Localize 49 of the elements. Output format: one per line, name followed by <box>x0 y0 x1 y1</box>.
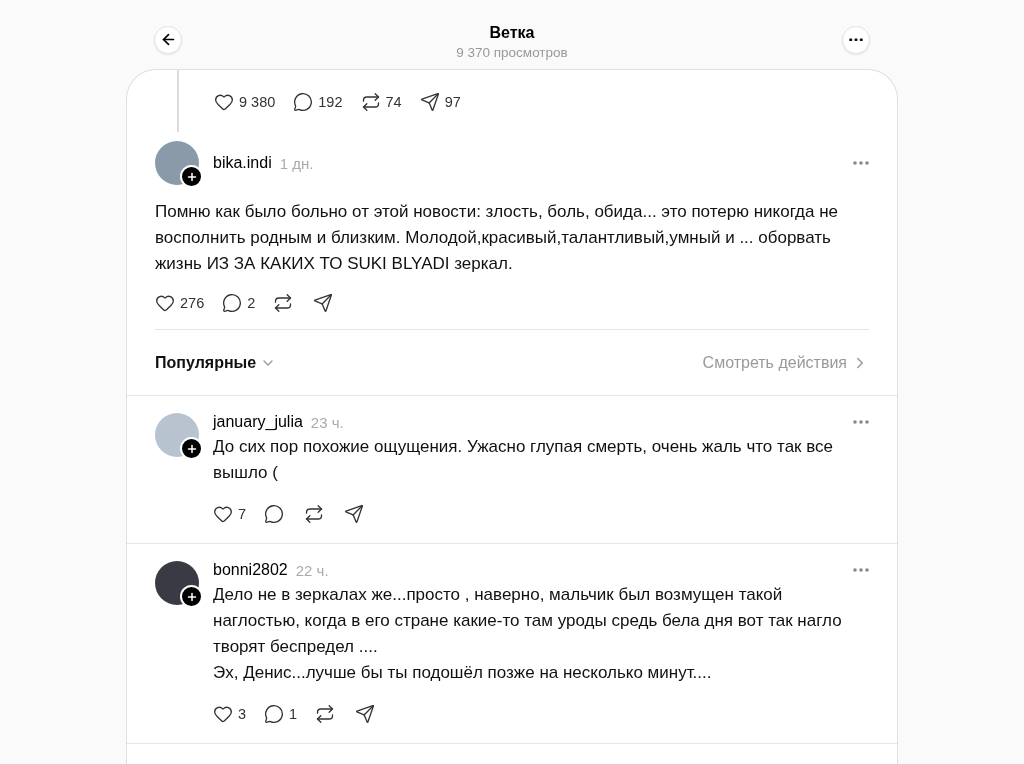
post-time: 23 ч. <box>310 413 344 431</box>
views-count: 9 370 просмотров <box>456 44 568 60</box>
comment-icon <box>222 293 243 313</box>
repost-icon <box>315 704 336 724</box>
more-icon[interactable] <box>853 420 869 424</box>
comment-icon <box>293 92 314 112</box>
plus-icon <box>185 170 198 183</box>
post-time: 22 ч. <box>295 561 329 579</box>
repost-icon <box>360 92 381 112</box>
more-icon[interactable] <box>853 161 869 165</box>
repost-icon <box>304 504 325 524</box>
send-icon <box>355 704 376 724</box>
send-icon <box>313 293 334 313</box>
follow-badge[interactable] <box>180 585 203 608</box>
heart-icon <box>213 704 233 724</box>
heart-icon <box>213 504 233 524</box>
send-icon <box>344 504 365 524</box>
repost-button[interactable]: 74 <box>360 92 414 112</box>
plus-icon <box>185 590 198 603</box>
heart-icon <box>214 92 234 112</box>
username[interactable]: january_julia <box>213 413 303 431</box>
username[interactable]: bika.indi <box>213 154 272 172</box>
page-title: Ветка <box>489 23 535 42</box>
reply-button[interactable]: 1 <box>264 704 310 724</box>
reply-button[interactable]: 2 <box>222 293 268 313</box>
plus-icon <box>185 442 198 455</box>
post-time: 1 дн. <box>279 154 314 172</box>
more-icon[interactable] <box>853 568 869 572</box>
back-button[interactable] <box>154 25 182 54</box>
like-button[interactable]: 276 <box>155 293 217 313</box>
like-button[interactable]: 3 <box>213 704 259 724</box>
follow-badge[interactable] <box>180 437 203 460</box>
heart-icon <box>155 293 175 313</box>
post-text: Помню как было больно от этой новости: злость, боль, обида... это потерю никогда не восполнить родным и близким. Молодой,красивый,талантливый,умный и ... оборвать жизнь ИЗ ЗА КАКИХ ТО SUKI BLYADI зеркал. <box>155 201 839 275</box>
comment-icon <box>264 704 285 724</box>
like-button[interactable]: 9 380 <box>214 92 288 112</box>
repost-icon <box>273 293 294 313</box>
share-button[interactable]: 97 <box>419 92 473 112</box>
send-icon <box>419 92 440 112</box>
username[interactable]: bonni2802 <box>213 561 288 579</box>
more-icon <box>849 37 863 42</box>
more-button[interactable] <box>842 25 870 54</box>
reply-text: До сих пор похожие ощущения. Ужасно глупая смерть, очень жаль что так все вышло ( <box>213 436 835 484</box>
comment-icon <box>264 504 285 524</box>
reply-button[interactable]: 192 <box>293 92 355 112</box>
reply-text: Дело не в зеркалах же...просто , наверно, мальчик был возмущен такой наглостью, когда в его стране какие-то там уроды средь бела дня вот так нагло творят беспредел .... Эх, Денис...лучше бы ты подошёл позже на несколько минут.... <box>213 584 843 684</box>
follow-badge[interactable] <box>180 165 203 188</box>
sort-dropdown[interactable]: Популярные <box>155 353 277 372</box>
like-button[interactable]: 7 <box>213 504 259 524</box>
